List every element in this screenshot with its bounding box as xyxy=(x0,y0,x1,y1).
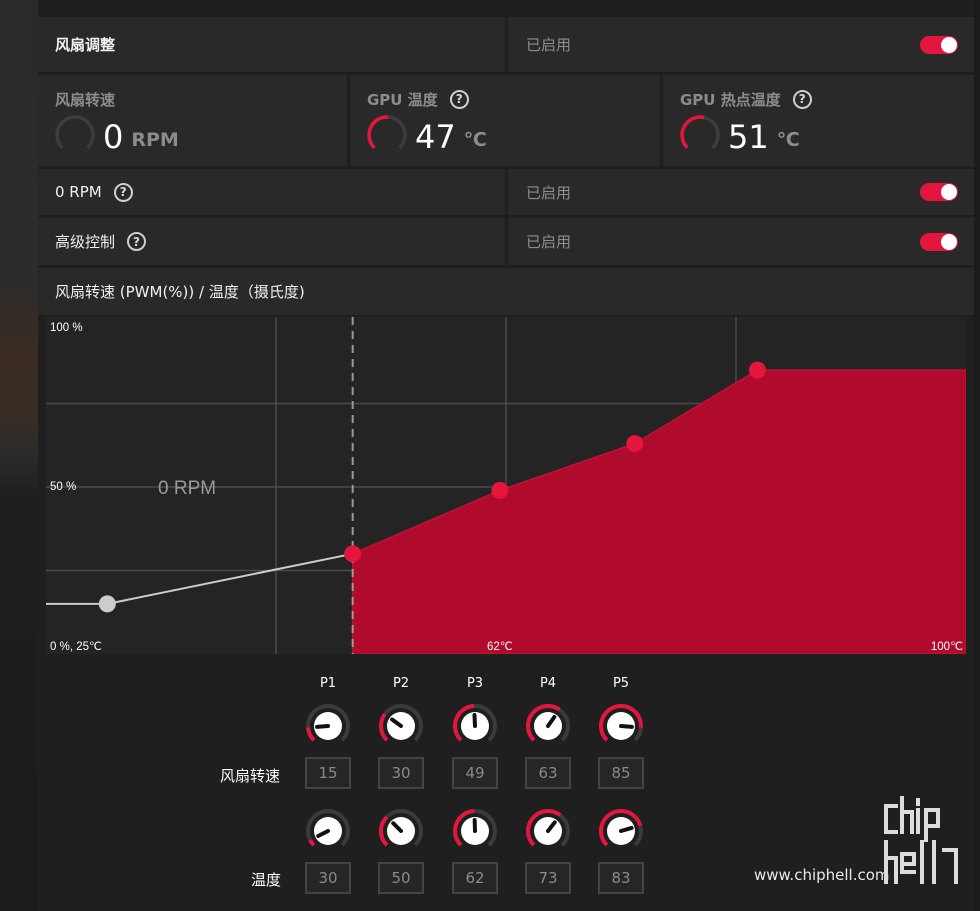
gpu-temp-title: GPU 温度 xyxy=(367,90,438,109)
curve-point-p3[interactable] xyxy=(491,481,509,499)
temperature-input-p1[interactable]: 30 xyxy=(305,862,351,894)
zero-rpm-label: 0 RPM xyxy=(55,183,102,201)
temperature-knob-p3[interactable] xyxy=(452,808,498,854)
temperature-knob-p2[interactable] xyxy=(378,808,424,854)
curve-point-p2[interactable] xyxy=(344,545,362,563)
gpu-temp-value: 47 xyxy=(415,118,456,156)
temperature-knob-p5[interactable] xyxy=(598,808,644,854)
gpu-temp-gauge-icon xyxy=(367,115,407,149)
temperature-input-p3[interactable]: 62 xyxy=(452,862,498,894)
point-label-p2: P2 xyxy=(392,676,410,691)
watermark-text: www.chiphell.com xyxy=(754,866,890,884)
fan-speed-input-p3[interactable]: 49 xyxy=(452,757,498,789)
point-label-p3: P3 xyxy=(466,676,484,691)
gpu-hotspot-unit: ℃ xyxy=(776,129,800,151)
zero-rpm-help-icon[interactable]: ? xyxy=(113,182,133,202)
chiphell-logo-icon xyxy=(884,796,958,884)
fan-speed-row-label: 风扇转速 xyxy=(220,767,281,785)
gpu-hotspot-help-icon[interactable]: ? xyxy=(792,89,812,109)
curve-point-p5[interactable] xyxy=(748,361,766,379)
temperature-input-p2[interactable]: 50 xyxy=(378,862,424,894)
advanced-control-help-icon[interactable]: ? xyxy=(127,232,147,251)
fan-curve-chart[interactable]: 100 % 50 % 0 %, 25℃ 62℃ 100℃ 0 RPM xyxy=(46,317,966,654)
fan-speed-knob-p1[interactable] xyxy=(305,703,351,749)
temperature-knob-p1[interactable] xyxy=(305,808,351,854)
point-label-p5: P5 xyxy=(612,676,630,691)
gpu-hotspot-value: 51 xyxy=(728,118,769,156)
temperature-row-label: 温度 xyxy=(251,871,282,889)
advanced-control-row: 高级控制 ? 已启用 xyxy=(38,218,974,265)
fan-speed-gauge-icon xyxy=(55,115,95,149)
fan-speed-unit: RPM xyxy=(131,129,179,151)
fan-speed-metric: 风扇转速 0 RPM xyxy=(38,75,347,166)
temperature-input-p4[interactable]: 73 xyxy=(525,862,571,894)
gpu-hotspot-title: GPU 热点温度 xyxy=(680,90,781,109)
zero-rpm-toggle[interactable] xyxy=(920,183,958,201)
point-label-p1: P1 xyxy=(319,676,337,691)
gpu-hotspot-gauge-icon xyxy=(680,115,720,149)
advanced-control-state: 已启用 xyxy=(526,233,572,251)
advanced-control-label: 高级控制 xyxy=(55,233,116,251)
gpu-temp-unit: ℃ xyxy=(463,129,487,151)
axis-origin-label: 0 %, 25℃ xyxy=(50,641,102,653)
zero-rpm-region-label: 0 RPM xyxy=(158,478,216,499)
curve-point-p1[interactable] xyxy=(98,595,116,613)
x-axis-label-mid: 62℃ xyxy=(487,641,513,653)
x-axis-label-max: 100℃ xyxy=(931,641,963,653)
fan-speed-knob-p2[interactable] xyxy=(378,703,424,749)
fan-speed-input-p4[interactable]: 63 xyxy=(525,757,571,789)
fan-speed-input-p5[interactable]: 85 xyxy=(598,757,644,789)
fan-tuning-toggle[interactable] xyxy=(920,35,958,54)
gpu-temp-metric: GPU 温度? 47 ℃ xyxy=(350,75,660,166)
y-axis-label-top: 100 % xyxy=(50,322,83,334)
fan-speed-input-p2[interactable]: 30 xyxy=(378,757,424,789)
fan-speed-knob-p4[interactable] xyxy=(525,703,571,749)
fan-speed-knob-p5[interactable] xyxy=(598,703,644,749)
fan-tuning-row: 风扇调整 已启用 xyxy=(38,17,974,72)
fan-speed-value: 0 xyxy=(103,118,124,156)
temperature-knob-p4[interactable] xyxy=(525,808,571,854)
y-axis-label-mid: 50 % xyxy=(50,481,76,493)
zero-rpm-state: 已启用 xyxy=(526,183,572,202)
fan-tuning-label: 风扇调整 xyxy=(55,36,116,54)
fan-speed-knob-p3[interactable] xyxy=(452,703,498,749)
metrics-row: 风扇转速 0 RPM GPU 温度? 47 ℃ GPU 热点温度? 51 ℃ xyxy=(38,75,974,166)
fan-speed-input-p1[interactable]: 15 xyxy=(305,757,351,789)
gpu-temp-help-icon[interactable]: ? xyxy=(449,89,469,109)
background-left xyxy=(0,0,38,911)
zero-rpm-row: 0 RPM ? 已启用 xyxy=(38,169,974,215)
temperature-input-p5[interactable]: 83 xyxy=(598,862,644,894)
fan-speed-title: 风扇转速 xyxy=(55,90,116,109)
point-label-p4: P4 xyxy=(539,676,557,691)
curve-point-p4[interactable] xyxy=(626,435,644,453)
fan-curve-title: 风扇转速 (PWM(%)) / 温度（摄氏度) xyxy=(38,268,974,315)
advanced-control-toggle[interactable] xyxy=(920,232,958,251)
fan-tuning-state: 已启用 xyxy=(526,36,572,54)
gpu-hotspot-metric: GPU 热点温度? 51 ℃ xyxy=(663,75,974,166)
